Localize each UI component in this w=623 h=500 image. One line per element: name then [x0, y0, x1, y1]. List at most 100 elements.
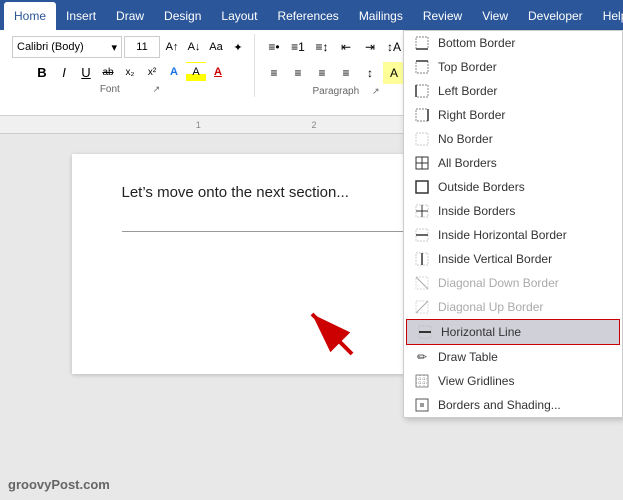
clear-format-button[interactable]: ✦ — [228, 37, 248, 57]
right-border-icon — [414, 107, 430, 123]
ruler-mark-1: 1 — [196, 120, 201, 130]
left-border-label: Left Border — [438, 84, 497, 98]
left-border-icon — [414, 83, 430, 99]
highlight-button[interactable]: A — [186, 62, 206, 82]
align-right-button[interactable]: ≡ — [311, 62, 333, 84]
draw-table-icon: ✏ — [414, 349, 430, 365]
font-name-label: Calibri (Body) — [17, 41, 84, 53]
borders-shading-label: Borders and Shading... — [438, 398, 561, 412]
inside-borders-item[interactable]: Inside Borders — [404, 199, 622, 223]
ruler-mark-2: 2 — [312, 120, 317, 130]
horizontal-line-icon — [417, 324, 433, 340]
draw-table-label: Draw Table — [438, 350, 498, 364]
diagonal-down-item: Diagonal Down Border — [404, 271, 622, 295]
borders-dropdown: Bottom Border Top Border Left Border Rig… — [403, 30, 623, 418]
tab-developer[interactable]: Developer — [518, 2, 593, 30]
decrease-font-button[interactable]: A↓ — [184, 37, 204, 57]
font-name-selector[interactable]: Calibri (Body) ▾ — [12, 36, 122, 58]
tab-home[interactable]: Home — [4, 2, 56, 30]
italic-button[interactable]: I — [54, 62, 74, 82]
top-border-label: Top Border — [438, 60, 497, 74]
view-gridlines-icon — [414, 373, 430, 389]
tab-references[interactable]: References — [267, 2, 348, 30]
draw-table-item[interactable]: ✏ Draw Table — [404, 345, 622, 369]
outside-borders-label: Outside Borders — [438, 180, 525, 194]
top-border-icon — [414, 59, 430, 75]
watermark: groovyPost.com — [8, 477, 110, 492]
font-size-label: 11 — [136, 41, 147, 53]
diagonal-up-item: Diagonal Up Border — [404, 295, 622, 319]
align-left-button[interactable]: ≡ — [263, 62, 285, 84]
text-effect-button[interactable]: A — [164, 62, 184, 82]
shading-button[interactable]: A — [383, 62, 405, 84]
view-gridlines-label: View Gridlines — [438, 374, 514, 388]
tab-layout[interactable]: Layout — [211, 2, 267, 30]
tab-mailings[interactable]: Mailings — [349, 2, 413, 30]
diagonal-up-icon — [414, 299, 430, 315]
font-size-selector[interactable]: 11 — [124, 36, 160, 58]
outside-borders-item[interactable]: Outside Borders — [404, 175, 622, 199]
tab-help[interactable]: Help — [593, 2, 623, 30]
align-center-button[interactable]: ≡ — [287, 62, 309, 84]
inside-h-border-item[interactable]: Inside Horizontal Border — [404, 223, 622, 247]
increase-font-button[interactable]: A↑ — [162, 37, 182, 57]
font-section-label: Font ↗ — [100, 84, 160, 95]
inside-borders-icon — [414, 203, 430, 219]
subscript-button[interactable]: x₂ — [120, 62, 140, 82]
tab-draw[interactable]: Draw — [106, 2, 154, 30]
tab-insert[interactable]: Insert — [56, 2, 106, 30]
ribbon-tabs: Home Insert Draw Design Layout Reference… — [0, 0, 623, 30]
tab-review[interactable]: Review — [413, 2, 472, 30]
borders-shading-icon — [414, 397, 430, 413]
view-gridlines-item[interactable]: View Gridlines — [404, 369, 622, 393]
underline-button[interactable]: U — [76, 62, 96, 82]
increase-indent-button[interactable]: ⇥ — [359, 36, 381, 58]
diagonal-up-label: Diagonal Up Border — [438, 300, 543, 314]
multilevel-button[interactable]: ≡↕ — [311, 36, 333, 58]
all-borders-icon — [414, 155, 430, 171]
numbering-button[interactable]: ≡1 — [287, 36, 309, 58]
no-border-icon — [414, 131, 430, 147]
inside-v-border-label: Inside Vertical Border — [438, 252, 552, 266]
tab-design[interactable]: Design — [154, 2, 211, 30]
sort-button[interactable]: ↕A — [383, 36, 405, 58]
inside-borders-label: Inside Borders — [438, 204, 515, 218]
font-row1: Calibri (Body) ▾ 11 A↑ A↓ Aa ✦ — [12, 36, 248, 58]
all-borders-label: All Borders — [438, 156, 497, 170]
bullets-button[interactable]: ≡• — [263, 36, 285, 58]
line-spacing-button[interactable]: ↕ — [359, 62, 381, 84]
superscript-button[interactable]: x² — [142, 62, 162, 82]
bold-button[interactable]: B — [32, 62, 52, 82]
diagonal-down-label: Diagonal Down Border — [438, 276, 559, 290]
bottom-border-item[interactable]: Bottom Border — [404, 31, 622, 55]
paragraph-section-label: Paragraph ↗ — [312, 86, 379, 97]
horizontal-line-label: Horizontal Line — [441, 325, 521, 339]
bottom-border-icon — [414, 35, 430, 51]
arrow-container — [292, 284, 372, 367]
inside-v-border-item[interactable]: Inside Vertical Border — [404, 247, 622, 271]
justify-button[interactable]: ≡ — [335, 62, 357, 84]
left-border-item[interactable]: Left Border — [404, 79, 622, 103]
outside-borders-icon — [414, 179, 430, 195]
horizontal-line-item[interactable]: Horizontal Line — [406, 319, 620, 345]
font-dropdown-icon[interactable]: ▾ — [111, 41, 117, 54]
borders-shading-item[interactable]: Borders and Shading... — [404, 393, 622, 417]
strikethrough-button[interactable]: ab — [98, 62, 118, 82]
right-border-label: Right Border — [438, 108, 505, 122]
inside-v-border-icon — [414, 251, 430, 267]
all-borders-item[interactable]: All Borders — [404, 151, 622, 175]
right-border-item[interactable]: Right Border — [404, 103, 622, 127]
font-color-button[interactable]: A — [208, 62, 228, 82]
font-section: Calibri (Body) ▾ 11 A↑ A↓ Aa ✦ B I U ab … — [6, 34, 255, 97]
font-row2: B I U ab x₂ x² A A A — [32, 62, 228, 82]
no-border-item[interactable]: No Border — [404, 127, 622, 151]
tab-view[interactable]: View — [472, 2, 518, 30]
decrease-indent-button[interactable]: ⇤ — [335, 36, 357, 58]
no-border-label: No Border — [438, 132, 493, 146]
bottom-border-label: Bottom Border — [438, 36, 515, 50]
diagonal-down-icon — [414, 275, 430, 291]
red-arrow — [292, 284, 372, 364]
inside-h-border-icon — [414, 227, 430, 243]
change-case-button[interactable]: Aa — [206, 37, 226, 57]
top-border-item[interactable]: Top Border — [404, 55, 622, 79]
